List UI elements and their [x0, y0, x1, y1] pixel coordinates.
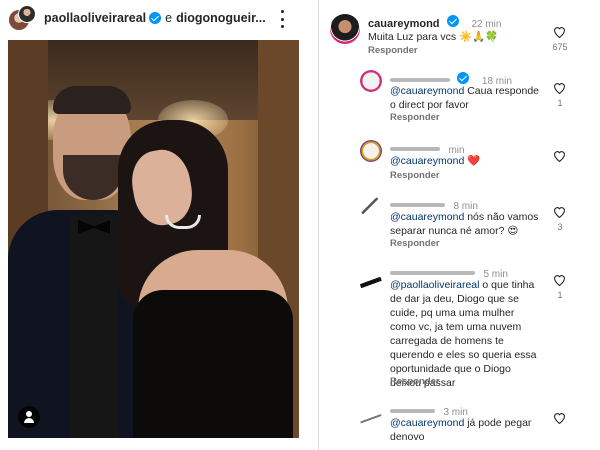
- reply-button[interactable]: Responder: [368, 45, 418, 56]
- more-options-icon[interactable]: [278, 10, 286, 28]
- comment-username[interactable]: [390, 146, 440, 151]
- user-tag-icon[interactable]: [18, 406, 40, 428]
- collab-avatars[interactable]: [8, 5, 36, 33]
- avatar[interactable]: [360, 140, 382, 162]
- avatar[interactable]: [18, 5, 36, 23]
- avatar[interactable]: [360, 70, 382, 92]
- verified-badge-icon: [149, 12, 162, 24]
- comments-panel: cauareymond 22 min Muita Luz para vcs ☀️…: [320, 0, 600, 450]
- like-count: 1: [557, 98, 563, 108]
- comment-username[interactable]: [390, 270, 475, 275]
- comment-text: @cauareymond já pode pegar denovo: [390, 416, 540, 444]
- comment-item: min @cauareymond ❤️ Responder: [320, 138, 600, 184]
- avatar[interactable]: [360, 272, 382, 294]
- post-panel: paollaoliveirareal e diogonogueir...: [0, 0, 306, 450]
- verified-badge-icon: [446, 15, 459, 27]
- comment-item: 5 min @paollaoliveirareal o que tinha de…: [320, 262, 600, 390]
- post-photo[interactable]: [8, 40, 299, 438]
- author-connector: e: [165, 11, 173, 25]
- mention-link[interactable]: @paollaoliveirareal: [390, 279, 479, 291]
- comment-username[interactable]: [390, 202, 445, 207]
- mention-link[interactable]: @cauareymond: [390, 85, 464, 97]
- reply-button[interactable]: Responder: [390, 238, 440, 249]
- reply-button[interactable]: Responder: [390, 112, 440, 123]
- avatar[interactable]: [360, 196, 382, 218]
- author-username[interactable]: paollaoliveirareal: [44, 11, 146, 25]
- comment-username[interactable]: [390, 408, 435, 413]
- heart-icon[interactable]: [553, 150, 566, 162]
- heart-icon[interactable]: [553, 412, 566, 424]
- avatar[interactable]: [330, 14, 360, 44]
- reply-button[interactable]: Responder: [390, 170, 440, 181]
- comment-item: cauareymond 22 min Muita Luz para vcs ☀️…: [320, 10, 600, 60]
- comment-username[interactable]: cauareymond: [368, 18, 440, 30]
- comment-text: @cauareymond nós não vamos separar nunca…: [390, 210, 540, 238]
- like-count: 675: [552, 42, 568, 52]
- like-count: 1: [557, 290, 563, 300]
- heart-icon[interactable]: [553, 26, 566, 38]
- post-authors: paollaoliveirareal e diogonogueir...: [44, 11, 266, 25]
- heart-icon[interactable]: [553, 206, 566, 218]
- mention-link[interactable]: @cauareymond: [390, 155, 464, 167]
- comment-body: ❤️: [464, 155, 481, 167]
- comment-item: 3 min @cauareymond já pode pegar denovo: [320, 400, 600, 446]
- heart-icon[interactable]: [553, 82, 566, 94]
- comment-username[interactable]: [390, 77, 450, 82]
- comment-item: 18 min @cauareymond Caua responde o dire…: [320, 68, 600, 126]
- comment-text: Muita Luz para vcs ☀️🙏🍀: [368, 31, 499, 43]
- like-count: 3: [557, 222, 563, 232]
- panel-divider: [318, 0, 319, 450]
- avatar[interactable]: [360, 408, 382, 430]
- verified-badge-icon: [457, 72, 470, 84]
- comment-body: o que tinha de dar ja deu, Diogo que se …: [390, 279, 537, 389]
- comment-time: 22 min: [471, 19, 502, 30]
- mention-link[interactable]: @cauareymond: [390, 211, 464, 223]
- reply-button[interactable]: Responder: [390, 376, 440, 387]
- comment-text: @paollaoliveirareal o que tinha de dar j…: [390, 278, 542, 390]
- mention-link[interactable]: @cauareymond: [390, 417, 464, 429]
- comment-item: 8 min @cauareymond nós não vamos separar…: [320, 194, 600, 252]
- post-header: paollaoliveirareal e diogonogueir...: [0, 0, 306, 38]
- comment-text: @cauareymond Caua responde o direct por …: [390, 84, 540, 112]
- author-username[interactable]: diogonogueir...: [176, 11, 266, 25]
- heart-icon[interactable]: [553, 274, 566, 286]
- comment-text: @cauareymond ❤️: [390, 154, 480, 168]
